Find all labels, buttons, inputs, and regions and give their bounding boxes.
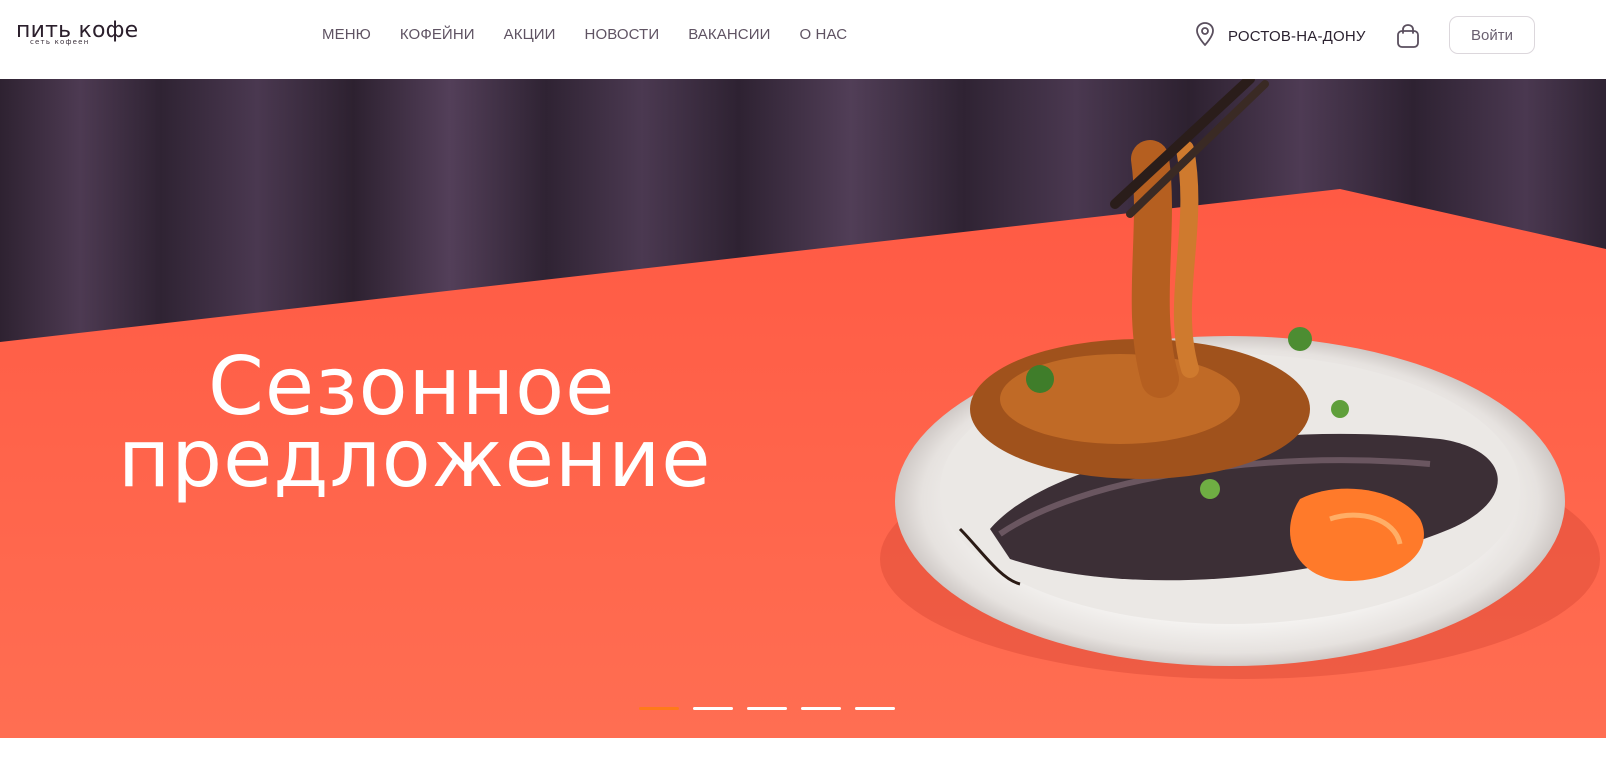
hero-banner[interactable]: Сезонное предложение <box>0 79 1606 738</box>
nav-item-about[interactable]: О НАС <box>800 24 848 46</box>
hero-title: Сезонное предложение <box>118 347 838 505</box>
slider-pagination <box>639 707 895 711</box>
location-pin-icon <box>1194 21 1216 52</box>
main-nav: МЕНЮ КОФЕЙНИ АКЦИИ НОВОСТИ ВАКАНСИИ О НА… <box>322 24 847 46</box>
slide-indicator-4[interactable] <box>801 707 841 710</box>
slide-indicator-2[interactable] <box>693 707 733 710</box>
hero-title-line2: предложение <box>118 412 712 505</box>
city-name: РОСТОВ-НА-ДОНУ <box>1228 27 1366 45</box>
brand-logo[interactable]: пить кофе сеть кофеен <box>16 20 146 48</box>
nav-item-vacancies[interactable]: ВАКАНСИИ <box>688 24 770 46</box>
shopping-bag-icon[interactable] <box>1393 21 1423 51</box>
city-selector[interactable]: РОСТОВ-НА-ДОНУ <box>1194 21 1366 52</box>
nav-item-coffee-shops[interactable]: КОФЕЙНИ <box>400 24 475 46</box>
slide-indicator-1[interactable] <box>639 707 679 710</box>
slide-indicator-5[interactable] <box>855 707 895 710</box>
nav-item-promotions[interactable]: АКЦИИ <box>504 24 556 46</box>
nav-item-menu[interactable]: МЕНЮ <box>322 24 371 46</box>
site-header: пить кофе сеть кофеен МЕНЮ КОФЕЙНИ АКЦИИ… <box>0 0 1606 79</box>
nav-item-news[interactable]: НОВОСТИ <box>585 24 660 46</box>
slide-indicator-3[interactable] <box>747 707 787 710</box>
login-button[interactable]: Войти <box>1449 16 1535 54</box>
brand-tagline: сеть кофеен <box>30 38 90 46</box>
